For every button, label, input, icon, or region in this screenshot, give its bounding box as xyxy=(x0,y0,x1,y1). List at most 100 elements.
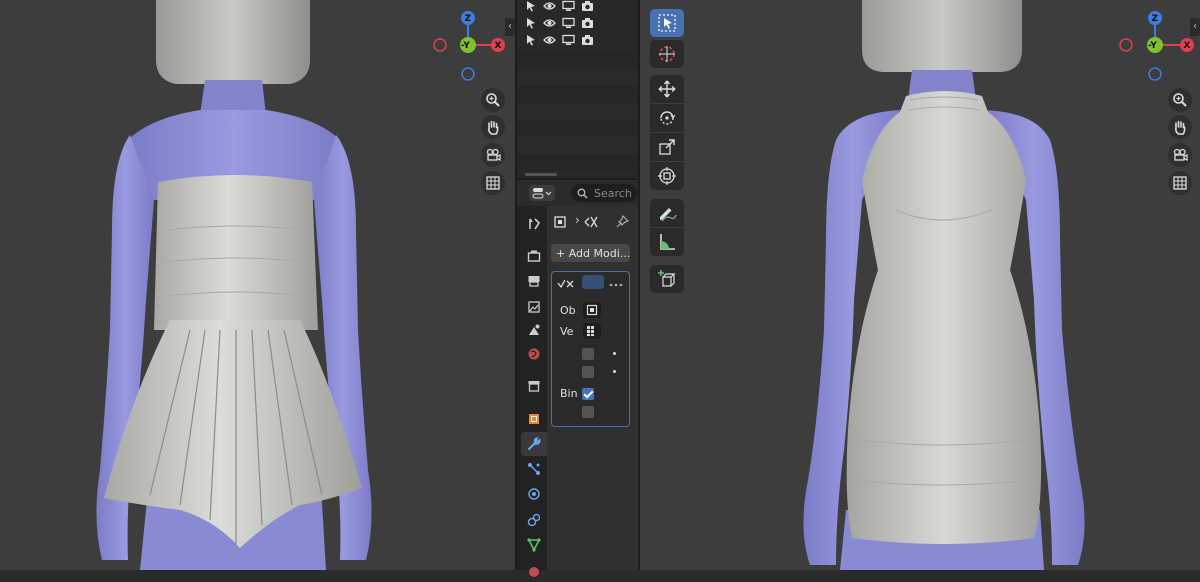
select-arrow-icon[interactable] xyxy=(525,34,537,46)
add-modifier-button[interactable]: + Add Modi... xyxy=(551,244,630,262)
svg-text:Z: Z xyxy=(1152,14,1159,24)
sidebar-collapse-chevron-icon[interactable]: ‹ xyxy=(1190,18,1200,36)
head-block xyxy=(156,0,310,84)
viewport-right[interactable]: Z X -Y ‹ xyxy=(640,0,1200,570)
object-picker[interactable] xyxy=(583,302,601,318)
search-icon xyxy=(577,188,588,199)
monitor-icon[interactable] xyxy=(562,0,575,12)
outliner-row[interactable] xyxy=(517,14,638,31)
rotate-icon xyxy=(660,111,676,125)
option-checkbox[interactable] xyxy=(582,348,594,360)
object-icon xyxy=(553,214,567,233)
axis-neg-z-handle xyxy=(461,67,475,81)
measure-tool[interactable] xyxy=(650,228,684,256)
select-box-tool[interactable] xyxy=(650,9,684,37)
camera-icon[interactable] xyxy=(581,17,594,29)
tab-scene[interactable] xyxy=(521,318,547,342)
sidebar-collapse-chevron-icon[interactable]: ‹ xyxy=(505,18,515,36)
tab-constraints[interactable] xyxy=(521,508,547,532)
svg-text:Z: Z xyxy=(465,14,472,24)
pin-icon[interactable] xyxy=(615,214,630,233)
editor-type-button[interactable] xyxy=(529,185,555,201)
monitor-icon[interactable] xyxy=(562,34,575,46)
tab-object[interactable] xyxy=(521,407,547,431)
move-icon xyxy=(658,80,676,98)
scale-icon xyxy=(659,139,675,155)
outliner-row[interactable] xyxy=(517,0,638,14)
select-box-icon xyxy=(658,14,676,32)
tab-world[interactable] xyxy=(521,342,547,366)
hand-icon[interactable] xyxy=(1168,115,1192,139)
svg-text:X: X xyxy=(1184,41,1191,51)
tab-data[interactable] xyxy=(521,533,547,557)
grid-icon[interactable] xyxy=(1168,171,1192,195)
bind-checkbox[interactable] xyxy=(582,388,594,400)
zoom-icon[interactable] xyxy=(481,88,505,112)
outliner-empty-rows xyxy=(517,52,638,172)
search-placeholder: Search xyxy=(594,186,632,200)
cursor-tool[interactable] xyxy=(650,40,684,68)
annotate-tool[interactable] xyxy=(650,199,684,227)
rotate-tool[interactable] xyxy=(650,104,684,132)
modifier-panel[interactable]: Ob Ve Bin xyxy=(551,271,630,427)
camera-icon[interactable] xyxy=(481,143,505,167)
tab-modifiers[interactable] xyxy=(521,432,547,456)
camera-icon[interactable] xyxy=(581,0,594,12)
breadcrumb-separator-icon: › xyxy=(575,213,580,227)
select-arrow-icon[interactable] xyxy=(525,17,537,29)
tab-collection[interactable] xyxy=(521,374,547,398)
head-block xyxy=(862,0,1022,72)
add-cube-icon xyxy=(658,270,676,287)
search-input[interactable]: Search xyxy=(571,184,637,202)
camera-icon[interactable] xyxy=(1168,143,1192,167)
outliner[interactable] xyxy=(517,0,639,178)
axis-gizmo[interactable]: Z X -Y xyxy=(430,8,510,86)
svg-text:-Y: -Y xyxy=(461,41,470,51)
select-arrow-icon[interactable] xyxy=(525,0,537,12)
vertex-group-picker[interactable] xyxy=(583,323,601,339)
viewport-left[interactable]: Z X -Y ‹ xyxy=(0,0,515,570)
cursor-icon xyxy=(659,46,675,62)
move-tool[interactable] xyxy=(650,75,684,103)
object-label: Ob xyxy=(560,304,576,317)
modifier-name-field[interactable] xyxy=(582,275,604,289)
tab-material[interactable] xyxy=(521,558,547,582)
tab-physics[interactable] xyxy=(521,482,547,506)
eye-icon[interactable] xyxy=(543,0,556,12)
eye-icon[interactable] xyxy=(543,34,556,46)
tab-view-layer[interactable] xyxy=(521,295,547,319)
zoom-icon[interactable] xyxy=(1168,88,1192,112)
modifier-properties: › + Add Modi... Ob Ve Bin xyxy=(547,206,638,570)
axis-gizmo[interactable]: Z X -Y xyxy=(1115,8,1200,86)
eye-icon[interactable] xyxy=(543,17,556,29)
tab-output[interactable] xyxy=(521,269,547,293)
tab-tool[interactable] xyxy=(521,212,547,236)
vertex-group-label: Ve xyxy=(560,325,574,338)
modifier-breadcrumb-icon xyxy=(583,214,599,233)
grid-icon[interactable] xyxy=(481,171,505,195)
properties-header: Search xyxy=(517,180,638,206)
axis-neg-x-handle xyxy=(433,38,447,52)
outliner-row[interactable] xyxy=(517,31,638,48)
monitor-icon[interactable] xyxy=(562,17,575,29)
modifier-visibility-icons[interactable] xyxy=(608,276,626,295)
transform-tool[interactable] xyxy=(650,162,684,190)
option-checkbox[interactable] xyxy=(582,366,594,378)
scale-tool[interactable] xyxy=(650,133,684,161)
tab-particles[interactable] xyxy=(521,457,547,481)
outliner-scrollbar[interactable] xyxy=(525,173,557,176)
add-cube-tool[interactable] xyxy=(650,265,684,293)
option-dot xyxy=(613,352,616,355)
option-checkbox[interactable] xyxy=(582,406,594,418)
dress xyxy=(846,91,1042,544)
tab-render[interactable] xyxy=(521,244,547,268)
hand-icon[interactable] xyxy=(481,115,505,139)
skirt xyxy=(104,320,362,548)
svg-text:-Y: -Y xyxy=(1148,41,1157,51)
modifier-type-icon xyxy=(557,276,577,295)
option-dot xyxy=(613,370,616,373)
axis-neg-z-handle xyxy=(1148,67,1162,81)
measure-icon xyxy=(660,234,675,250)
camera-icon[interactable] xyxy=(581,34,594,46)
neck xyxy=(200,80,266,115)
